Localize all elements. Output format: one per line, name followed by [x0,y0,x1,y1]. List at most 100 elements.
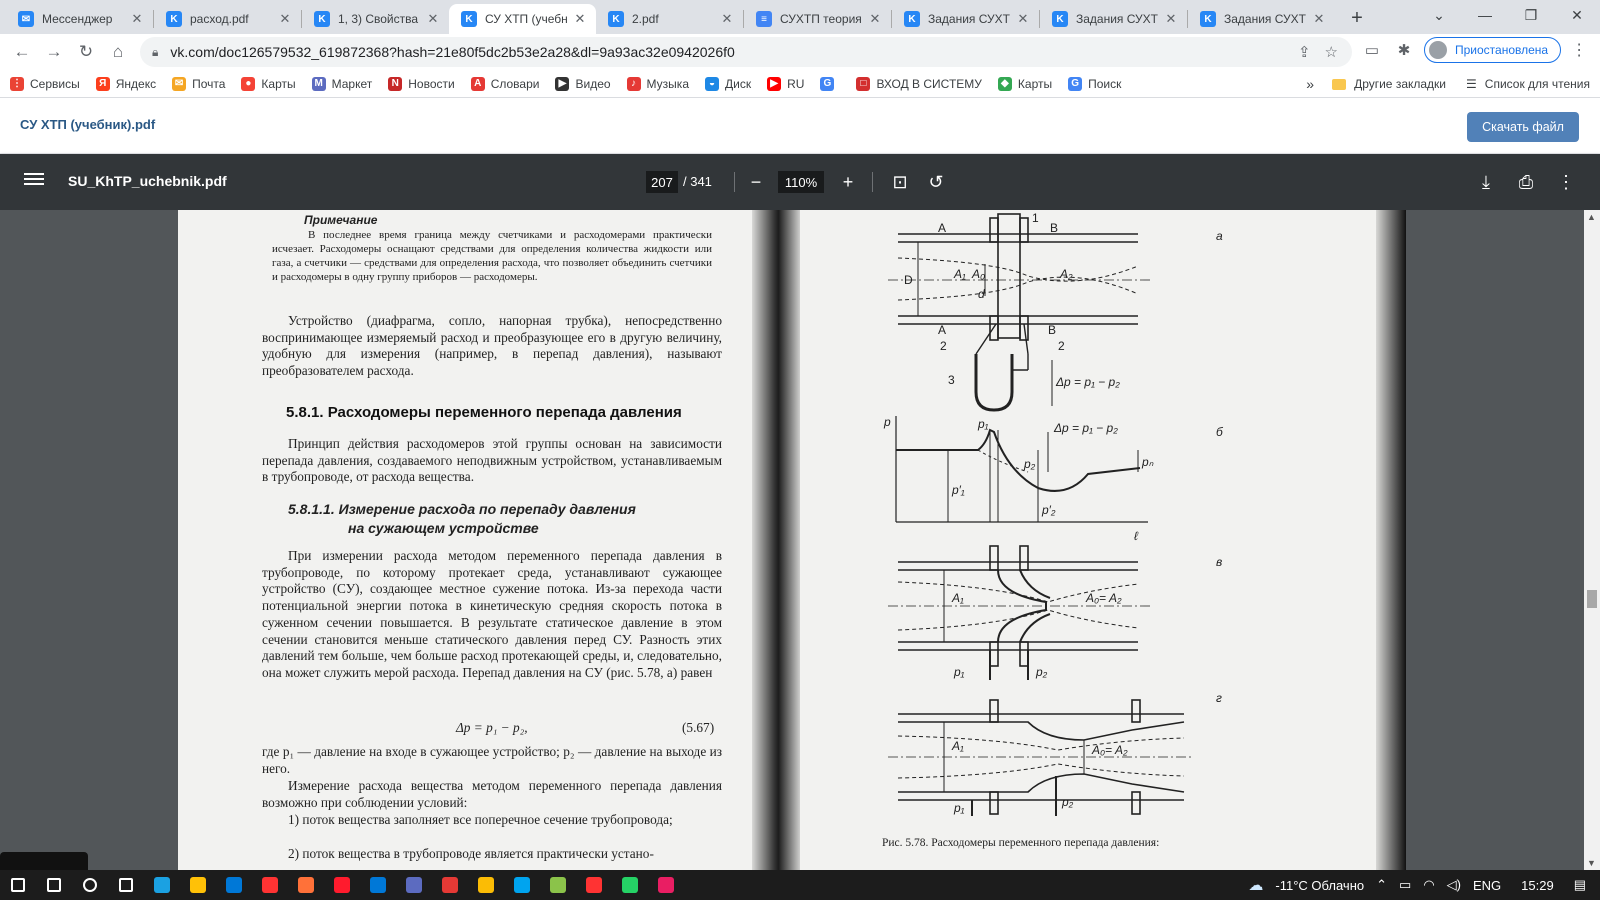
forward-icon[interactable]: → [38,36,70,68]
bookmark-item[interactable]: N Новости [388,76,455,91]
back-icon[interactable]: ← [6,36,38,68]
cortana-icon[interactable] [72,870,108,900]
tab-close-icon[interactable]: ✕ [867,11,883,27]
scrollbar[interactable]: ▲ ▼ [1584,210,1600,870]
tab[interactable]: K Задания СУХТ ✕ [1188,4,1335,34]
bookmark-item[interactable]: M Маркет [311,76,372,91]
lock-icon[interactable]: 🔒︎ [152,45,158,60]
other-bookmarks[interactable]: Другие закладки [1354,77,1446,91]
bookmark-item[interactable]: ◒ Диск [705,76,751,91]
tab[interactable]: ≡ СУХТП теория ✕ [744,4,891,34]
tab[interactable]: K 2.pdf ✕ [596,4,743,34]
notifications-icon[interactable]: ▤ [1574,877,1586,893]
fit-page-icon[interactable]: ⊡ [888,170,912,194]
zoom-in-icon[interactable]: + [836,170,860,194]
tab-close-icon[interactable]: ✕ [277,11,293,27]
home-icon[interactable]: ⌂ [102,36,134,68]
opera-icon[interactable] [324,870,360,900]
bookmark-item[interactable]: ▶ Видео [555,76,611,91]
reading-list[interactable]: Список для чтения [1485,77,1590,91]
search-icon[interactable] [36,870,72,900]
tab-close-icon[interactable]: ✕ [719,11,735,27]
mail-app-icon[interactable] [360,870,396,900]
save-icon[interactable] [396,870,432,900]
yandex-app-icon[interactable] [576,870,612,900]
browser-menu-icon[interactable]: ⋮ [1569,40,1589,60]
toolbar: ← → ↻ ⌂ 🔒︎ vk.com/doc126579532_619872368… [0,34,1600,70]
print-icon[interactable]: ⎙ [1514,170,1538,194]
bookmark-star-icon[interactable]: ☆ [1325,43,1338,61]
extensions-icon[interactable]: ✱ [1392,41,1416,59]
url-text[interactable]: vk.com/doc126579532_619872368?hash=21e80… [170,44,734,60]
tab[interactable]: K СУ ХТП (учебн ✕ [449,4,596,34]
bookmark-item[interactable]: ⋮ Сервисы [10,76,80,91]
bookmarks-more-icon[interactable]: » [1306,76,1314,92]
tab[interactable]: Kрасход.pdf ✕ [154,4,301,34]
edge-icon[interactable] [144,870,180,900]
close-window-icon[interactable]: ✕ [1554,0,1600,30]
app-red-icon[interactable] [432,870,468,900]
battery-icon[interactable]: ▭ [1399,877,1411,893]
tab-close-icon[interactable]: ✕ [425,11,441,27]
download-file-button[interactable]: Скачать файл [1467,112,1579,142]
language-indicator[interactable]: ENG [1473,878,1501,893]
bookmark-item[interactable]: G Поиск [1068,76,1121,91]
windows-start-icon[interactable] [0,870,36,900]
bookmark-item[interactable]: ✉ Почта [172,76,225,91]
scroll-up-icon[interactable]: ▲ [1587,212,1596,222]
more-options-icon[interactable]: ⋮ [1554,170,1578,194]
new-tab-button[interactable]: + [1343,4,1371,32]
bookmark-item[interactable]: ◆ Карты [997,76,1052,91]
restore-icon[interactable]: ❐ [1508,0,1554,30]
volume-icon[interactable]: ◁) [1447,877,1461,893]
bookmark-item[interactable]: A Словари [470,76,539,91]
pdf-viewer[interactable]: Примечание В последнее время граница меж… [0,210,1600,870]
download-icon[interactable]: ⤓ [1474,170,1498,194]
bookmark-item[interactable]: □ ВХОД В СИСТЕМУ [856,76,982,91]
minimize-icon[interactable]: — [1462,0,1508,30]
profile-button[interactable]: Приостановлена [1424,37,1562,63]
tab[interactable]: ✉ Мессенджер ✕ [6,4,153,34]
tab[interactable]: K Задания СУХТ ✕ [1040,4,1187,34]
tab-close-icon[interactable]: ✕ [572,11,588,27]
tab[interactable]: K 1, 3) Свойства ✕ [302,4,449,34]
bookmark-item[interactable]: ● Карты [241,76,296,91]
weather-text[interactable]: -11°C Облачно [1275,878,1364,893]
zoom-input[interactable]: 110% [778,171,824,193]
reload-icon[interactable]: ↻ [70,36,102,68]
bookmark-item[interactable]: ♪ Музыка [626,76,689,91]
scroll-down-icon[interactable]: ▼ [1587,858,1596,868]
bookmark-item[interactable]: Я Яндекс [95,76,156,91]
cloud-icon[interactable]: ☁ [1248,876,1263,894]
share-icon[interactable]: ⇪ [1298,43,1311,61]
file-explorer-icon[interactable] [180,870,216,900]
zoom-out-icon[interactable]: − [744,170,768,194]
app-chat-icon[interactable] [648,870,684,900]
tray-expand-icon[interactable]: ⌃ [1376,877,1387,893]
page-number-input[interactable]: 207 [646,171,678,193]
tab-close-icon[interactable]: ✕ [1163,11,1179,27]
tab[interactable]: K Задания СУХТ ✕ [892,4,1039,34]
store-icon[interactable] [216,870,252,900]
clock[interactable]: 15:29 [1521,878,1554,893]
app-grid-icon[interactable] [504,870,540,900]
tab-close-icon[interactable]: ✕ [1311,11,1327,27]
tab-close-icon[interactable]: ✕ [1015,11,1031,27]
chrome-icon[interactable] [468,870,504,900]
whatsapp-icon[interactable] [612,870,648,900]
bookmark-item[interactable]: G [820,76,840,91]
cast-icon[interactable]: ▭ [1360,41,1384,59]
tab-close-icon[interactable]: ✕ [129,11,145,27]
tab-search-icon[interactable]: ⌄ [1416,0,1462,30]
app-doc-icon[interactable] [540,870,576,900]
wifi-icon[interactable]: ◠ [1423,877,1434,893]
task-view-icon[interactable] [108,870,144,900]
rotate-icon[interactable]: ↺ [924,170,948,194]
yandex-browser-icon[interactable] [252,870,288,900]
scrollbar-thumb[interactable] [1587,590,1597,608]
address-bar[interactable]: 🔒︎ vk.com/doc126579532_619872368?hash=21… [140,37,1352,67]
firefox-icon[interactable] [288,870,324,900]
pdf-menu-icon[interactable] [24,170,44,190]
bookmark-item[interactable]: ▶ RU [767,76,804,91]
doc-filename[interactable]: СУ ХТП (учебник).pdf [20,117,155,132]
